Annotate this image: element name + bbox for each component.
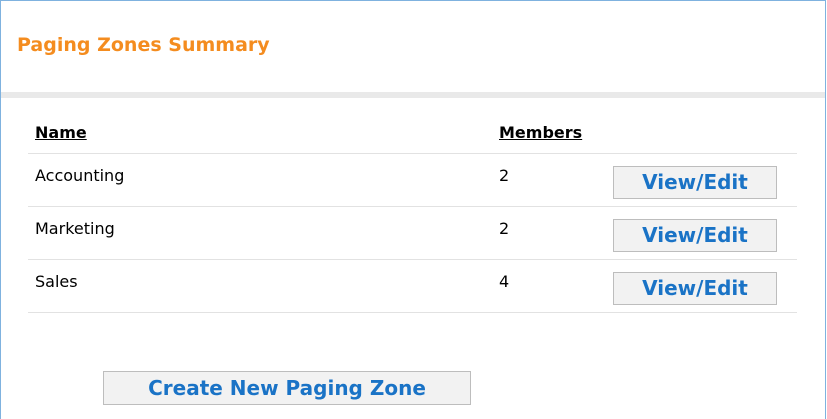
zone-name-cell: Accounting (35, 166, 125, 185)
table-header: Name Members (28, 119, 797, 154)
table-row: Sales 4 View/Edit (28, 260, 797, 313)
table-row: Accounting 2 View/Edit (28, 154, 797, 207)
view-edit-button[interactable]: View/Edit (613, 219, 777, 252)
column-header-members: Members (499, 123, 583, 142)
view-edit-button[interactable]: View/Edit (613, 166, 777, 199)
zone-members-cell: 4 (499, 272, 510, 291)
table-row: Marketing 2 View/Edit (28, 207, 797, 260)
zone-name-cell: Sales (35, 272, 78, 291)
column-header-name: Name (35, 123, 87, 142)
zone-members-cell: 2 (499, 219, 510, 238)
paging-zones-panel: Paging Zones Summary Name Members Accoun… (0, 0, 826, 419)
create-paging-zone-button[interactable]: Create New Paging Zone (103, 371, 471, 405)
paging-zones-table: Name Members Accounting 2 View/Edit Mark… (28, 119, 797, 313)
zone-members-cell: 2 (499, 166, 510, 185)
page-title: Paging Zones Summary (17, 34, 270, 56)
panel-header: Paging Zones Summary (1, 1, 825, 92)
header-divider (1, 92, 825, 98)
view-edit-button[interactable]: View/Edit (613, 272, 777, 305)
zone-name-cell: Marketing (35, 219, 115, 238)
